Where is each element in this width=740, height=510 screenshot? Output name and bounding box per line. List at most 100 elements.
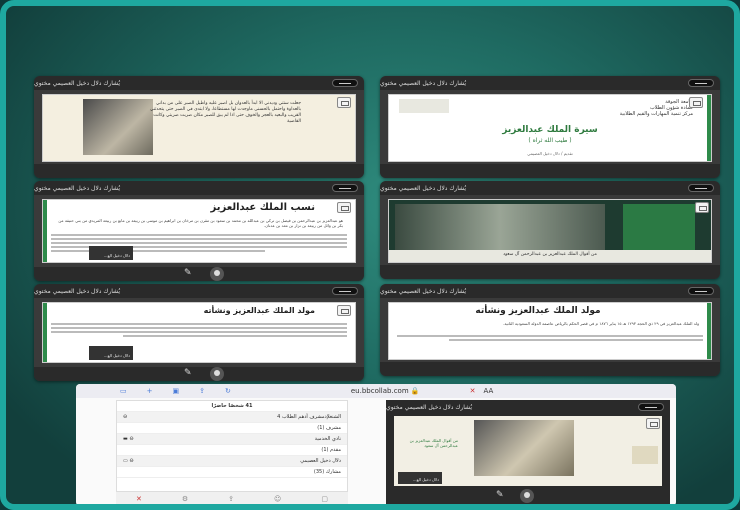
video-tile-quote[interactable]: يُشارك دلال دخيل العصيمي مختوي جعلت ستتي… — [34, 76, 364, 178]
menu-icon[interactable] — [688, 287, 714, 295]
university-logo — [399, 99, 449, 113]
screen-share-icon — [337, 202, 351, 213]
close-icon[interactable]: ✕ — [470, 387, 476, 395]
tile-bottom-bar — [380, 362, 720, 376]
mic-off-icon[interactable]: ✎ — [184, 268, 192, 278]
tabs-icon[interactable]: ▣ — [173, 387, 180, 395]
screen-share-icon — [646, 418, 660, 429]
video-tile-birth-left[interactable]: يُشارك دلال دخيل العصيمي مختوي مولد المل… — [34, 284, 364, 381]
new-tab-icon[interactable]: + — [147, 387, 153, 395]
attendees-panel: 41 شخصًا حاضرًا الشنغلإدمشرف أدهم الطلاب… — [116, 400, 348, 492]
attendees-icon[interactable]: ☺ — [274, 495, 281, 503]
video-tile-image[interactable]: يُشارك دلال دخيل العصيمي مختوي من أقوال … — [380, 181, 720, 279]
slide-body-text: ولد الملك عبدالعزيز في ٢٩ ذي الحجة ١٢٩٣ … — [503, 321, 699, 326]
tile-bottom-bar — [34, 164, 364, 178]
tile-bottom-bar: ✎ — [34, 267, 364, 281]
participant-bar-text: يُشارك دلال دخيل العصيمي مختوي — [34, 287, 121, 295]
screen-share-icon — [337, 305, 351, 316]
participant-bar: يُشارك دلال دخيل العصيمي مختوي — [380, 76, 720, 90]
slide-birth-left: مولد الملك عبدالعزيز ونشأته دلال دخيل ال… — [42, 302, 356, 363]
screen-share-icon — [689, 97, 703, 108]
slide-phone: من أقوال الملك عبدالعزيز بن عبدالرحمن آل… — [394, 416, 662, 486]
more-icon[interactable]: ⊖ — [123, 414, 127, 420]
presenter-name-tag: دلال دخيل الع... — [398, 472, 442, 484]
url-text: eu.bbcollab.com — [350, 387, 409, 395]
video-tile-title[interactable]: يُشارك دلال دخيل العصيمي مختوي جامعة الج… — [380, 76, 720, 178]
presenter-name-tag: دلال دخيل الع... — [89, 346, 133, 360]
row-label: مشرف (1) — [317, 425, 341, 431]
slide-title-text: سيرة الملك عبدالعزيز — [502, 125, 598, 135]
share-content-icon[interactable]: ⇪ — [228, 495, 234, 503]
participant-bar: يُشارك دلال دخيل العصيمي مختوي — [380, 181, 720, 195]
row-label: مشارك (35) — [313, 469, 341, 475]
row-label: الشنغلإدمشرف أدهم الطلاب 4 — [277, 414, 341, 420]
participant-bar-text: يُشارك دلال دخيل العصيمي مختوي — [380, 79, 467, 87]
participant-bar: يُشارك دلال دخيل العصيمي مختوي — [34, 284, 364, 298]
slide-green-stripe — [707, 303, 711, 359]
reader-zoom-button[interactable]: AA — [484, 387, 494, 395]
menu-icon[interactable] — [688, 184, 714, 192]
tile-bottom-bar — [380, 164, 720, 178]
attendees-item[interactable]: دلال دخيل العصيمي ⊖ ▭ — [117, 456, 347, 467]
slide-lineage: نسب الملك عبدالعزيز هو عبدالعزيز بن عبدا… — [42, 199, 356, 263]
slide-text-lines — [389, 333, 711, 343]
address-bar[interactable]: eu.bbcollab.com 🔒 — [351, 387, 420, 395]
video-tile-phone[interactable]: يُشارك دلال دخيل العصيمي مختوي من أقوال … — [386, 400, 670, 504]
mic-off-icon[interactable]: ✎ — [496, 490, 504, 500]
reload-icon[interactable]: ↻ — [225, 387, 231, 395]
attendees-row-header[interactable]: الشنغلإدمشرف أدهم الطلاب 4 ⊖ — [117, 412, 347, 423]
slide-title-text: نسب الملك عبدالعزيز — [210, 202, 315, 213]
row-label: نادي الخدمية — [314, 436, 341, 442]
slide-title: جامعة الجوفة عمادة شؤون الطلاب مركز تنمي… — [388, 94, 712, 162]
participant-bar: يُشارك دلال دخيل العصيمي مختوي — [380, 284, 720, 298]
slide-caption: من أقوال الملك عبدالعزيز بن عبدالرحمن آل… — [409, 438, 458, 448]
avatar-icon — [210, 367, 224, 381]
attendees-group-moderator[interactable]: مشرف (1) — [117, 423, 347, 434]
close-panel-icon[interactable]: ✕ — [136, 495, 142, 503]
mic-off-icon[interactable]: ✎ — [184, 368, 192, 378]
tile-bottom-bar — [380, 265, 720, 279]
attendees-item[interactable]: نادي الخدمية ⊖ ▬ — [117, 434, 347, 445]
row-label: مقدم (1) — [321, 447, 341, 453]
video-tile-birth-right[interactable]: يُشارك دلال دخيل العصيمي مختوي مولد المل… — [380, 284, 720, 376]
university-header: جامعة الجوفة عمادة شؤون الطلاب مركز تنمي… — [620, 99, 693, 117]
participant-bar: يُشارك دلال دخيل العصيمي مختوي — [386, 400, 670, 414]
menu-icon[interactable] — [332, 79, 358, 87]
university-line-3: مركز تنمية المهارات والقيم الطلابية — [619, 111, 693, 117]
avatar-icon — [210, 267, 224, 281]
row-label: دلال دخيل العصيمي — [300, 458, 341, 464]
presenter-name-tag: دلال دخيل الع... — [89, 246, 133, 260]
browser-toolbar: ▭ + ▣ ⇪ ↻ eu.bbcollab.com 🔒 ✕ AA — [76, 384, 676, 398]
slide-footer-text: تقديم / دلال دخيل العصيمي — [527, 151, 573, 156]
king-portrait-image — [474, 420, 574, 476]
participant-bar-text: يُشارك دلال دخيل العصيمي مختوي — [386, 403, 473, 411]
participant-bar: يُشارك دلال دخيل العصيمي مختوي — [34, 76, 364, 90]
share-icon[interactable]: ⇪ — [199, 387, 205, 395]
slide-title-text: مولد الملك عبدالعزيز ونشأته — [203, 306, 315, 315]
panel-bottom-nav: ✕ ⚙ ⇪ ☺ ▢ — [116, 492, 348, 504]
quote-text: جعلت ستتي وديدني الا ابدأ بالعدوان بل اص… — [149, 101, 301, 124]
slide-image: من أقوال الملك عبدالعزيز بن عبدالرحمن آل… — [388, 199, 712, 263]
menu-icon[interactable] — [332, 184, 358, 192]
screen-share-icon — [337, 97, 351, 108]
attendees-header: 41 شخصًا حاضرًا — [117, 401, 347, 412]
participant-bar-text: يُشارك دلال دخيل العصيمي مختوي — [380, 287, 467, 295]
chat-icon[interactable]: ▢ — [321, 495, 328, 503]
attendees-group-presenter[interactable]: مقدم (1) — [117, 445, 347, 456]
green-panel — [623, 204, 695, 256]
options-icon[interactable]: ⊖ ▬ — [123, 436, 134, 442]
menu-icon[interactable] — [332, 287, 358, 295]
attendees-title: 41 شخصًا حاضرًا — [211, 403, 253, 409]
menu-icon[interactable] — [638, 403, 664, 411]
sidebar-icon[interactable]: ▭ — [120, 387, 127, 395]
menu-icon[interactable] — [688, 79, 714, 87]
slide-title-text: مولد الملك عبدالعزيز ونشأته — [475, 306, 601, 316]
tile-bottom-bar: ✎ — [386, 488, 670, 504]
participant-bar: يُشارك دلال دخيل العصيمي مختوي — [34, 181, 364, 195]
slide-quote: جعلت ستتي وديدني الا ابدأ بالعدوان بل اص… — [42, 94, 356, 162]
video-tile-lineage[interactable]: يُشارك دلال دخيل العصيمي مختوي نسب الملك… — [34, 181, 364, 281]
options-icon[interactable]: ⊖ ▭ — [123, 458, 134, 464]
participant-bar-text: يُشارك دلال دخيل العصيمي مختوي — [34, 184, 121, 192]
attendees-group-participants[interactable]: مشارك (35) — [117, 467, 347, 478]
settings-icon[interactable]: ⚙ — [182, 495, 188, 503]
